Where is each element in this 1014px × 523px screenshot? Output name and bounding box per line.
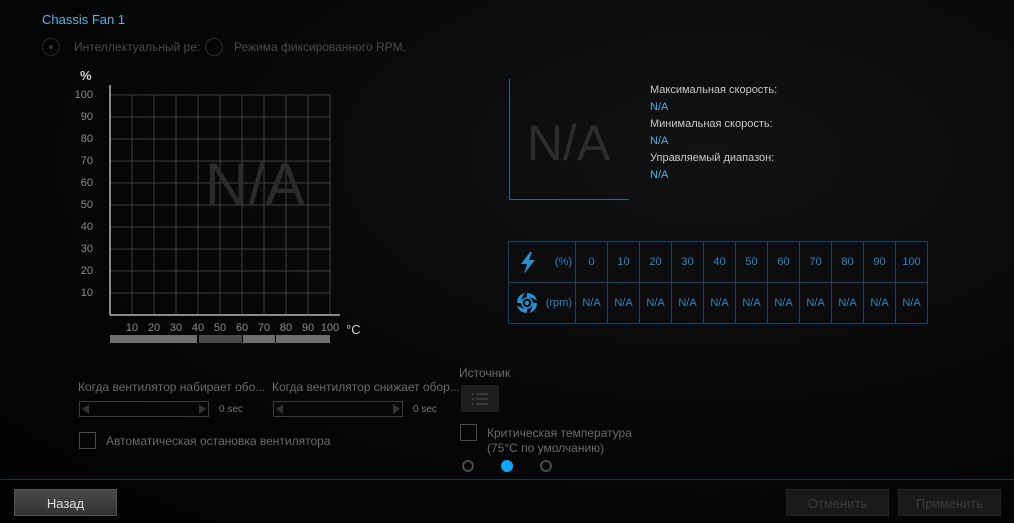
spin-down-value: 0 sec	[413, 404, 437, 415]
y-tick-label: 10	[80, 287, 93, 299]
mode-fixed-rpm-radio[interactable]	[205, 38, 223, 56]
y-tick-label: 50	[80, 199, 93, 211]
y-tick-label: 20	[80, 265, 93, 277]
source-label: Источник	[459, 366, 511, 380]
x-tick-label: 60	[235, 322, 249, 334]
temp-zone-segment[interactable]	[243, 335, 275, 343]
rpm-cell: N/A	[799, 282, 832, 324]
range-label: Управляемый диапазон:	[650, 152, 775, 164]
temp-zone-segment[interactable]	[276, 335, 330, 343]
percent-cell: 70	[799, 241, 832, 283]
x-tick-label: 30	[169, 322, 183, 334]
page-dot-1[interactable]	[462, 460, 474, 472]
percent-cell: 60	[767, 241, 800, 283]
critical-temp-label: Критическая температура	[487, 426, 632, 440]
percent-cell: 80	[831, 241, 864, 283]
y-tick-label: 100	[74, 89, 93, 101]
spin-up-slider[interactable]	[79, 401, 209, 417]
y-axis-unit: %	[80, 68, 92, 83]
page-dot-2[interactable]	[501, 460, 513, 472]
min-speed-value: N/A	[650, 135, 669, 147]
x-tick-label: 10	[125, 322, 139, 334]
temp-zone-segment[interactable]	[199, 335, 242, 343]
page-dot-3[interactable]	[540, 460, 552, 472]
fan-title: Chassis Fan 1	[42, 12, 126, 27]
percent-cell: 40	[703, 241, 736, 283]
percent-row: (%) 0 10 20 30 40 50 60 70 80 90 100	[508, 241, 928, 283]
percent-cell: 20	[639, 241, 672, 283]
rpm-unit: (rpm)	[545, 297, 572, 309]
fan-curve-grid[interactable]	[105, 85, 345, 330]
x-tick-label: 70	[257, 322, 271, 334]
back-button[interactable]: Назад	[14, 489, 117, 516]
mode-smart-label[interactable]: Интеллектуальный ре:	[74, 40, 200, 54]
rpm-cell: N/A	[703, 282, 736, 324]
rpm-cell: N/A	[863, 282, 896, 324]
rpm-cell: N/A	[895, 282, 928, 324]
fan-icon	[516, 292, 538, 317]
x-tick-label: 100	[320, 322, 340, 334]
percent-cell: 100	[895, 241, 928, 283]
rpm-table: (%) 0 10 20 30 40 50 60 70 80 90 100 (rpm) N/A N/A N…	[508, 241, 928, 324]
auto-stop-checkbox[interactable]	[79, 432, 96, 449]
rpm-cell: N/A	[831, 282, 864, 324]
slider-right-arrow-icon[interactable]	[393, 404, 400, 414]
mode-fixed-rpm-label[interactable]: Режима фиксированного RPM.	[234, 40, 406, 54]
spin-up-label: Когда вентилятор набирает обо...	[78, 380, 266, 394]
y-tick-label: 80	[80, 133, 93, 145]
source-button[interactable]	[461, 385, 499, 412]
cancel-button[interactable]: Отменить	[786, 489, 889, 516]
rpm-cell: N/A	[671, 282, 704, 324]
apply-button[interactable]: Применить	[898, 489, 1001, 516]
rpm-cell: N/A	[575, 282, 608, 324]
spin-down-label: Когда вентилятор снижает обор...	[272, 380, 460, 394]
spin-down-slider[interactable]	[273, 401, 403, 417]
rpm-cell: N/A	[767, 282, 800, 324]
percent-cell: 10	[607, 241, 640, 283]
auto-stop-label: Автоматическая остановка вентилятора	[106, 434, 331, 448]
critical-temp-default: (75°C по умолчанию)	[487, 441, 605, 455]
y-tick-label: 90	[80, 111, 93, 123]
x-tick-label: 90	[301, 322, 315, 334]
y-tick-label: 30	[80, 243, 93, 255]
critical-temp-checkbox[interactable]	[460, 424, 477, 441]
max-speed-value: N/A	[650, 101, 669, 113]
footer-divider	[0, 479, 1014, 480]
list-icon	[472, 393, 488, 405]
slider-right-arrow-icon[interactable]	[199, 404, 206, 414]
max-speed-label: Максимальная скорость:	[650, 84, 778, 96]
temp-zone-segment[interactable]	[110, 335, 197, 343]
y-tick-label: 40	[80, 221, 93, 233]
percent-cell: 90	[863, 241, 896, 283]
x-tick-label: 50	[213, 322, 227, 334]
percent-cell: 30	[671, 241, 704, 283]
x-tick-label: 20	[147, 322, 161, 334]
x-axis-unit: °C	[346, 322, 361, 337]
spin-up-value: 0 sec	[219, 404, 243, 415]
rpm-placeholder: N/A	[526, 115, 611, 171]
x-tick-label: 40	[191, 322, 205, 334]
percent-unit: (%)	[554, 256, 572, 268]
range-value: N/A	[650, 169, 669, 181]
mode-smart-radio[interactable]	[42, 38, 60, 56]
y-tick-label: 70	[80, 155, 93, 167]
slider-left-arrow-icon[interactable]	[276, 404, 283, 414]
rpm-cell: N/A	[639, 282, 672, 324]
percent-cell: 0	[575, 241, 608, 283]
y-tick-label: 60	[80, 177, 93, 189]
x-tick-label: 80	[279, 322, 293, 334]
percent-cell: 50	[735, 241, 768, 283]
rpm-cell: N/A	[735, 282, 768, 324]
rpm-cell: N/A	[607, 282, 640, 324]
rpm-row: (rpm) N/A N/A N/A N/A N/A N/A N/A N/A N/A N/A N/A	[508, 282, 928, 324]
min-speed-label: Минимальная скорость:	[650, 118, 773, 130]
lightning-icon	[519, 252, 537, 277]
slider-left-arrow-icon[interactable]	[82, 404, 89, 414]
